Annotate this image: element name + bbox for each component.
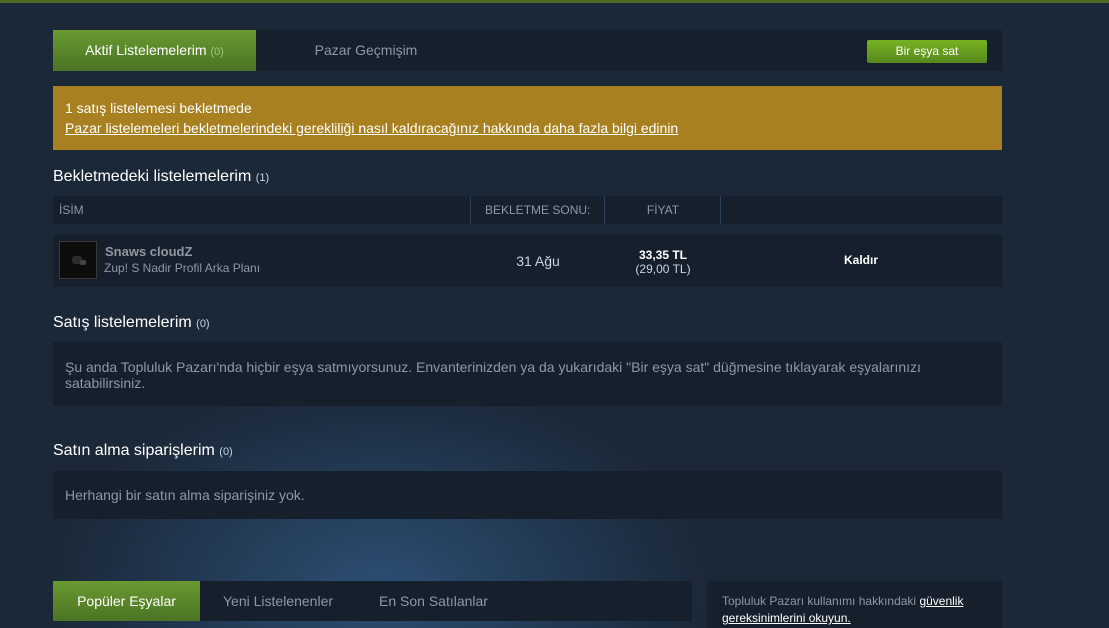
safety-info-panel: Topluluk Pazarı kullanımı hakkındaki güv… <box>707 581 1002 628</box>
sell-listings-count: (0) <box>196 318 210 330</box>
buy-orders-title-text: Satın alma siparişlerim <box>53 442 215 459</box>
top-accent-line <box>0 0 1109 3</box>
safety-link-part1[interactable]: güvenlik <box>919 594 963 608</box>
hold-alert-banner: 1 satış listelemesi bekletmede Pazar lis… <box>53 86 1002 150</box>
hold-end-date: 31 Ağu <box>516 253 560 269</box>
hold-alert-text: 1 satış listelemesi bekletmede <box>65 100 252 116</box>
tab-market-history[interactable]: Pazar Geçmişim <box>256 30 476 71</box>
buy-orders-count: (0) <box>219 446 233 458</box>
held-listings-title: Bekletmedeki listelemelerim (1) <box>53 168 269 186</box>
thumbnail-detail <box>80 260 86 265</box>
sell-item-button[interactable]: Bir eşya sat <box>867 40 987 63</box>
safety-link-part2[interactable]: gereksinimlerini okuyun. <box>722 611 851 625</box>
sell-empty-text-line1: Şu anda Topluluk Pazarı'nda hiçbir eşya … <box>65 359 921 375</box>
sell-empty-text-line2: satabilirsiniz. <box>65 375 146 391</box>
held-listing-row: Snaws cloudZ Zup! S Nadir Profil Arka Pl… <box>53 235 1002 287</box>
browse-tab-bar: Popüler Eşyalar Yeni Listelenenler En So… <box>53 581 692 621</box>
remove-listing-button[interactable]: Kaldır <box>813 253 909 267</box>
column-hold-end: BEKLETME SONU: <box>485 203 591 217</box>
listings-tab-bar: Aktif Listelemelerim (0) Pazar Geçmişim … <box>53 30 1002 71</box>
hold-alert-link[interactable]: Pazar listelemeleri bekletmelerindeki ge… <box>65 120 678 136</box>
item-thumbnail[interactable] <box>59 241 97 279</box>
column-price: FİYAT <box>646 203 680 217</box>
tab-recently-sold[interactable]: En Son Satılanlar <box>379 581 488 621</box>
item-game-name: Zup! S Nadir Profil Arka Planı <box>104 261 261 275</box>
sell-listings-panel: Şu anda Topluluk Pazarı'nda hiçbir eşya … <box>53 342 1002 406</box>
tab-active-listings-count: (0) <box>210 46 224 58</box>
tab-new-listings[interactable]: Yeni Listelenenler <box>223 581 333 621</box>
tab-active-listings[interactable]: Aktif Listelemelerim (0) <box>53 30 256 71</box>
buy-orders-panel: Herhangi bir satın alma siparişiniz yok. <box>53 471 1002 519</box>
safety-info-prefix: Topluluk Pazarı kullanımı hakkındaki <box>722 594 920 608</box>
tab-active-listings-label: Aktif Listelemelerim <box>85 42 207 58</box>
buy-orders-title: Satın alma siparişlerim (0) <box>53 442 233 460</box>
held-listings-title-text: Bekletmedeki listelemelerim <box>53 168 252 185</box>
held-table-header: İSİM BEKLETME SONU: FİYAT <box>53 196 1002 224</box>
safety-info-text: Topluluk Pazarı kullanımı hakkındaki güv… <box>722 594 963 608</box>
column-divider <box>720 196 721 224</box>
sell-listings-title: Satış listelemelerim (0) <box>53 314 210 332</box>
column-name: İSİM <box>59 203 84 217</box>
item-name-link[interactable]: Snaws cloudZ <box>105 244 192 259</box>
buy-empty-text: Herhangi bir satın alma siparişiniz yok. <box>65 487 305 503</box>
held-listings-count: (1) <box>255 172 270 184</box>
listing-price-net: (29,00 TL) <box>635 262 691 276</box>
column-divider <box>470 196 471 224</box>
tab-popular-items[interactable]: Popüler Eşyalar <box>53 581 200 621</box>
listing-price: 33,35 TL <box>638 248 688 262</box>
sell-listings-title-text: Satış listelemelerim <box>53 314 192 331</box>
